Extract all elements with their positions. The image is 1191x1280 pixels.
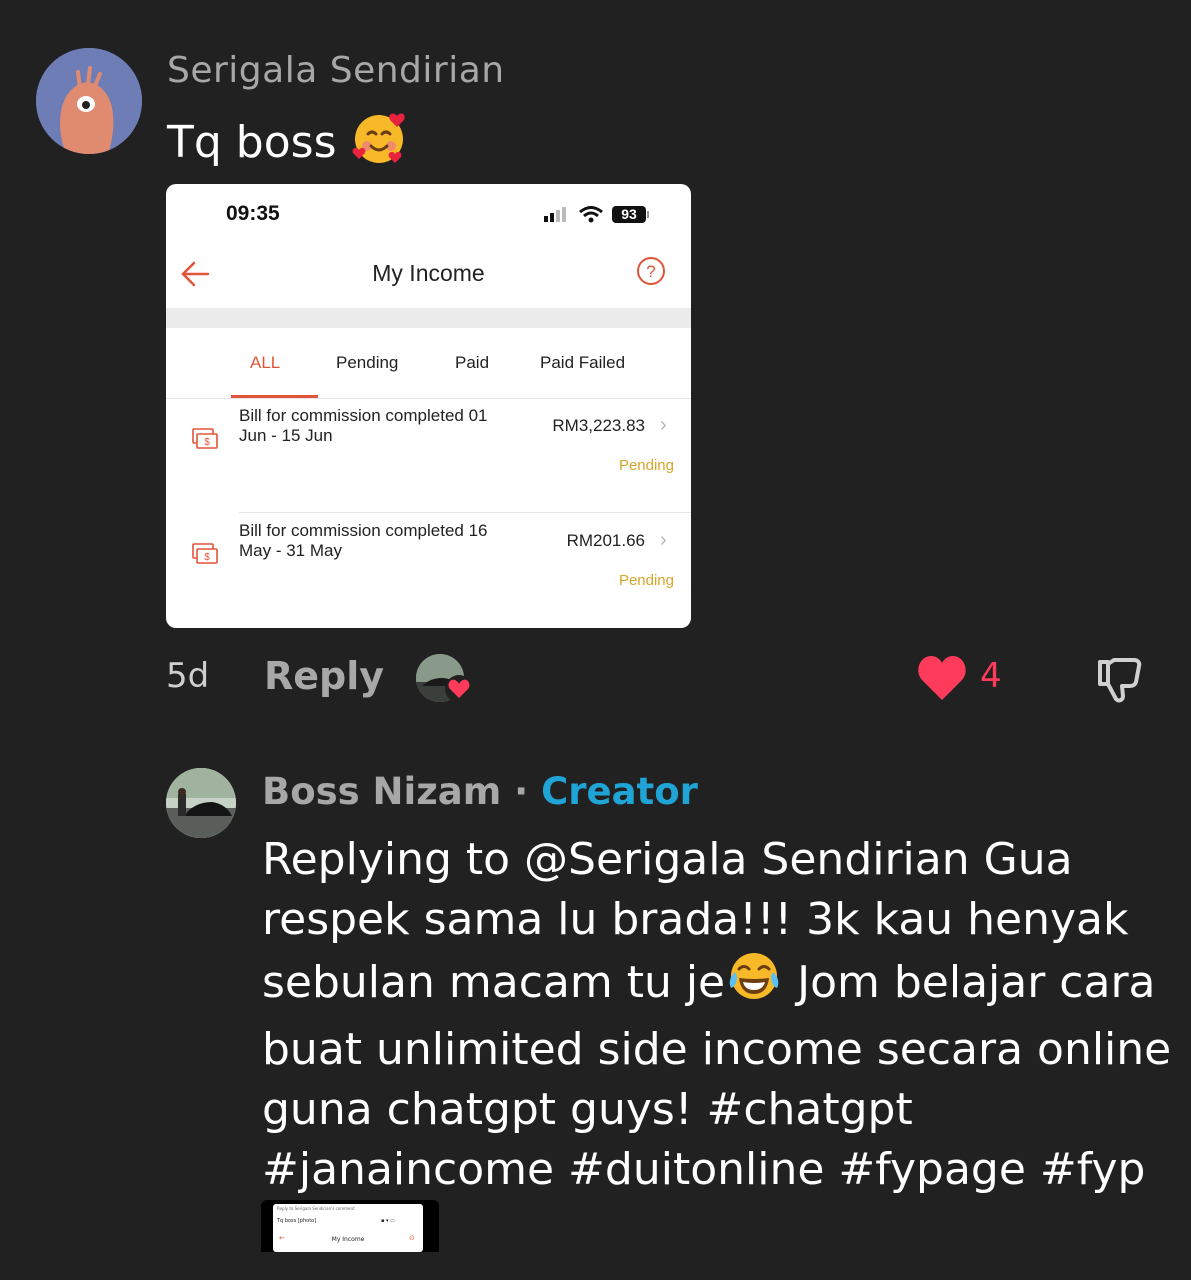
tab-paid-failed[interactable]: Paid Failed <box>540 353 625 373</box>
dislike-icon[interactable] <box>1094 654 1146 706</box>
avatar-illustration <box>36 48 142 154</box>
reply-text: Replying to @Serigala Sendirian Gua resp… <box>262 830 1177 1200</box>
bill-icon: $ <box>192 543 218 565</box>
thumbnail-caption: Reply to Serigala Sendirian's comment <box>277 1206 355 1211</box>
tab-pending[interactable]: Pending <box>336 353 398 373</box>
screen-title: My Income <box>372 260 485 286</box>
user-avatar[interactable] <box>36 48 142 154</box>
thumbnail-preview: Reply to Serigala Sendirian's comment Tq… <box>273 1204 423 1252</box>
attached-screenshot[interactable]: 09:35 93 My Income ? ALL Pending Paid Pa… <box>166 184 691 628</box>
item-amount: RM3,223.83 <box>552 416 645 435</box>
wifi-icon <box>579 206 603 223</box>
tabs-divider <box>166 398 691 399</box>
like-count: 4 <box>980 656 1002 696</box>
item-description: Bill for commission completed 01 Jun - 1… <box>239 406 488 445</box>
comment-text-body: Tq boss <box>167 117 337 168</box>
tab-paid[interactable]: Paid <box>455 353 489 373</box>
battery-level: 93 <box>621 206 637 222</box>
section-separator <box>166 308 691 328</box>
svg-text:$: $ <box>204 552 210 563</box>
creator-badge: Creator <box>541 770 698 813</box>
item-amount: RM201.66 <box>566 531 645 550</box>
reply-username[interactable]: Boss Nizam <box>262 770 501 813</box>
row-divider <box>239 512 691 513</box>
face-with-tears-of-joy-icon <box>725 950 783 1020</box>
reply-button[interactable]: Reply <box>264 654 384 698</box>
comment-age: 5d <box>166 656 210 696</box>
smiling-face-with-hearts-icon <box>351 110 407 180</box>
chevron-right-icon: › <box>660 529 667 551</box>
item-description: Bill for commission completed 16 May - 3… <box>239 521 488 560</box>
status-time: 09:35 <box>226 202 280 225</box>
svg-text:?: ? <box>646 262 655 281</box>
reply-video-thumbnail[interactable]: Reply to Serigala Sendirian's comment Tq… <box>261 1200 439 1252</box>
item-status: Pending <box>618 457 674 474</box>
creator-avatar[interactable] <box>166 768 236 838</box>
list-item[interactable]: $ Bill for commission completed 16 May -… <box>166 519 691 627</box>
signal-icon <box>544 207 566 222</box>
list-item[interactable]: $ Bill for commission completed 01 Jun -… <box>166 404 691 512</box>
svg-text:$: $ <box>204 437 210 448</box>
comment-text: Tq boss <box>167 110 407 180</box>
thumbnail-help-icon: ⊙ <box>409 1234 415 1242</box>
bill-icon: $ <box>192 428 218 450</box>
item-status: Pending <box>618 572 674 589</box>
thumbnail-comment: Tq boss [photo] <box>277 1218 317 1224</box>
like-heart-icon[interactable] <box>916 654 968 702</box>
reply-username-line: Boss Nizam · Creator <box>262 770 698 813</box>
tab-all[interactable]: ALL <box>250 353 280 373</box>
username-separator: · <box>501 770 542 813</box>
chevron-right-icon: › <box>660 414 667 436</box>
thumbnail-status: ▪ ▾ ▭ <box>381 1218 395 1224</box>
thumbnail-title: My Income <box>331 1236 365 1243</box>
help-icon[interactable]: ? <box>636 256 666 286</box>
comment-username[interactable]: Serigala Sendirian <box>167 50 505 91</box>
creator-heart-icon <box>444 674 474 704</box>
